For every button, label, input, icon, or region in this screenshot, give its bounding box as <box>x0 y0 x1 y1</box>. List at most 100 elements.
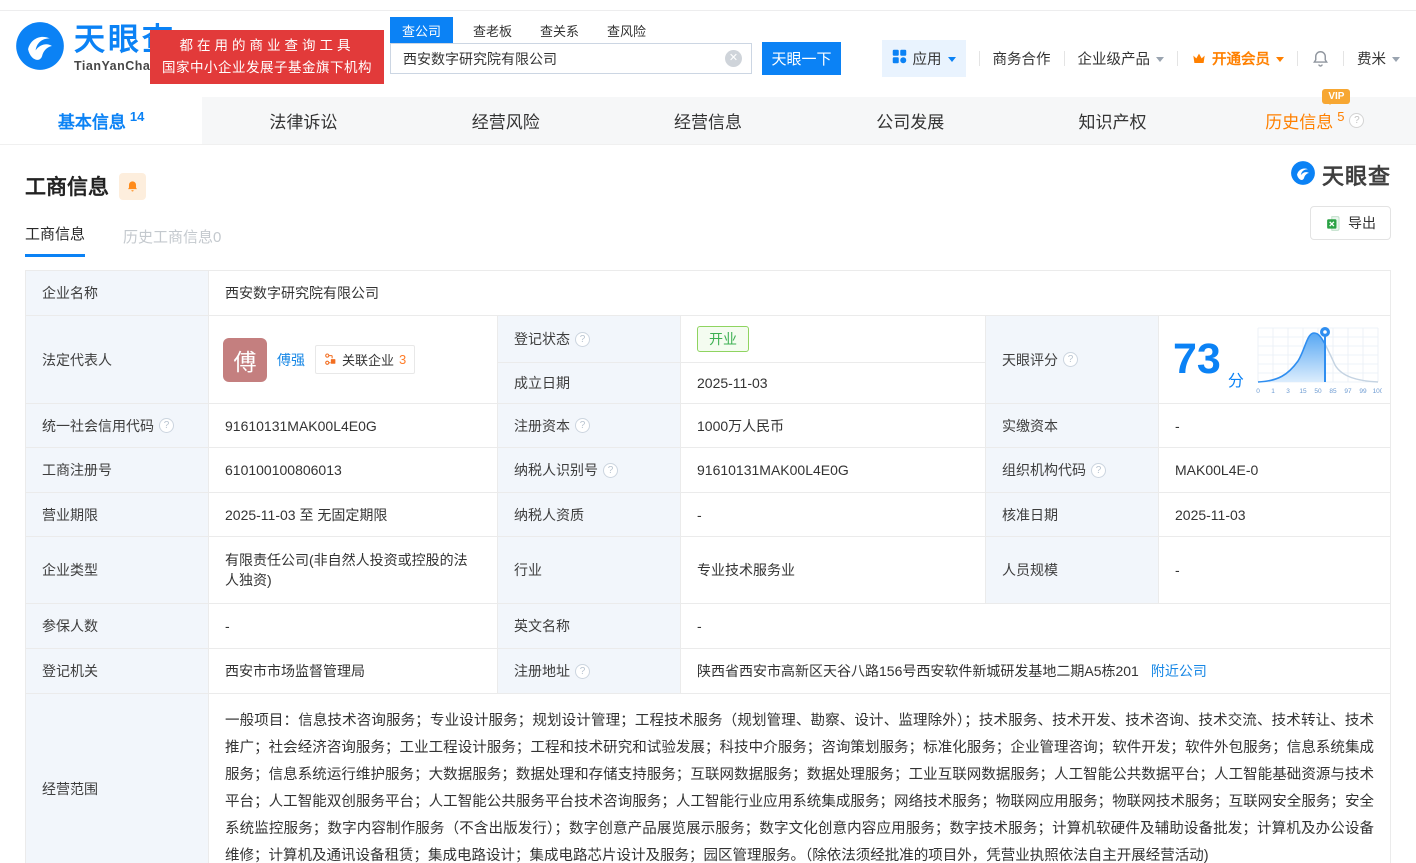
registry-label: 登记机关 <box>26 649 209 693</box>
registry-value: 西安市市场监督管理局 <box>209 649 498 693</box>
approved-date-label: 核准日期 <box>986 493 1159 536</box>
business-registration-section: 天眼查 工商信息 工商信息 历史工商信息0 导出 企业名称 西安数字研究院有限公… <box>0 145 1416 863</box>
search-tab-company[interactable]: 查公司 <box>390 16 454 44</box>
search-input[interactable] <box>390 43 752 74</box>
watermark: 天眼查 <box>1290 159 1391 191</box>
help-icon[interactable] <box>1091 462 1106 478</box>
export-label: 导出 <box>1348 215 1376 231</box>
status-badge[interactable]: 开业 <box>697 326 749 353</box>
registration-info-table: 企业名称 西安数字研究院有限公司 法定代表人 傅 傅强 关联企业 3 登记状态 … <box>25 270 1391 863</box>
table-row: 统一社会信用代码 91610131MAK00L4E0G 注册资本 1000万人民… <box>26 404 1390 448</box>
help-icon[interactable] <box>575 418 590 433</box>
establish-date-value: 2025-11-03 <box>697 375 768 392</box>
tianyancha-logo-icon <box>14 20 66 77</box>
credit-code-label: 统一社会信用代码 <box>26 404 209 447</box>
svg-text:0: 0 <box>1256 388 1260 395</box>
related-companies-count: 3 <box>399 352 407 367</box>
help-icon[interactable] <box>159 418 174 433</box>
chevron-down-icon <box>1276 56 1284 66</box>
table-row: 法定代表人 傅 傅强 关联企业 3 登记状态 ? 开业 成立日期 2025-11… <box>26 316 1390 404</box>
tab-business-risk[interactable]: 经营风险 <box>405 97 607 144</box>
tab-label: 基本信息 <box>57 113 126 132</box>
search-button[interactable]: 天眼一下 <box>762 42 841 75</box>
help-icon[interactable] <box>1063 352 1078 367</box>
taxpayer-id-label: 纳税人识别号 <box>498 448 681 492</box>
industry-value: 专业技术服务业 <box>681 537 986 603</box>
nearby-companies-link[interactable]: 附近公司 <box>1151 661 1207 681</box>
tab-intellectual-property[interactable]: 知识产权 <box>1011 97 1213 144</box>
tab-history-info[interactable]: VIP 历史信息 5 <box>1214 89 1416 144</box>
nav-enterprise[interactable]: 企业级产品 <box>1078 48 1164 69</box>
tab-business-info[interactable]: 经营信息 <box>607 97 809 144</box>
bell-icon <box>128 180 137 191</box>
vip-badge: VIP <box>1322 89 1351 105</box>
svg-text:97: 97 <box>1344 388 1352 395</box>
subtab-history-registration[interactable]: 历史工商信息0 <box>123 226 221 257</box>
search-tab-risk[interactable]: 查风险 <box>607 21 646 40</box>
tab-count: 14 <box>129 109 145 124</box>
score-unit: 分 <box>1227 373 1244 390</box>
insured-count-label: 参保人数 <box>26 604 209 648</box>
help-icon[interactable] <box>575 663 590 679</box>
tab-legal-proceedings[interactable]: 法律诉讼 <box>202 97 404 144</box>
reg-status-cell: 开业 <box>681 316 985 362</box>
search-tab-relation[interactable]: 查关系 <box>540 21 579 40</box>
nav-cooperation[interactable]: 商务合作 <box>993 48 1051 69</box>
related-companies-badge[interactable]: 关联企业 3 <box>315 345 416 374</box>
subtab-bar: 工商信息 历史工商信息0 <box>25 223 1391 257</box>
legal-rep-name-link[interactable]: 傅强 <box>277 350 305 370</box>
taxpayer-qualification-label: 纳税人资质 <box>498 493 681 536</box>
clear-icon[interactable] <box>725 50 742 67</box>
company-type-value: 有限责任公司(非自然人投资或控股的法人独资) <box>209 537 498 603</box>
nav-vip[interactable]: 开通会员 <box>1191 48 1284 69</box>
establish-date-label: 成立日期 <box>498 363 681 404</box>
reg-capital-label: 注册资本 <box>498 404 681 447</box>
business-term-label: 营业期限 <box>26 493 209 536</box>
section-title: 工商信息 <box>25 176 109 199</box>
tab-label: 经营信息 <box>673 113 742 132</box>
nav-vip-label: 开通会员 <box>1212 51 1270 68</box>
nav-user[interactable]: 费米 <box>1357 48 1400 69</box>
company-tab-bar: 基本信息 14 法律诉讼 经营风险 经营信息 公司发展 知识产权 VIP 历史信… <box>0 89 1416 145</box>
business-scope-value: 一般项目：信息技术咨询服务；专业设计服务；规划设计管理；工程技术服务（规划管理、… <box>225 713 1374 863</box>
nav-apps-label: 应用 <box>912 51 942 68</box>
notification-bell[interactable] <box>1311 49 1330 68</box>
help-icon[interactable] <box>603 462 618 478</box>
help-icon[interactable] <box>1349 113 1365 128</box>
taxpayer-id-value: 91610131MAK00L4E0G <box>681 448 986 492</box>
industry-label: 行业 <box>498 537 681 603</box>
header-nav: 应用 商务合作 企业级产品 开通会员 费米 <box>881 39 1400 77</box>
score-label: 天眼评分 <box>986 316 1159 403</box>
tab-count: 5 <box>1337 109 1345 124</box>
status-date-subgrid: 登记状态 开业 成立日期 2025-11-03 <box>498 316 986 404</box>
label-text: 注册地址 <box>514 663 570 679</box>
subtab-current-registration[interactable]: 工商信息 <box>25 223 86 257</box>
top-divider <box>0 10 1416 11</box>
legal-rep-avatar[interactable]: 傅 <box>223 337 267 382</box>
svg-text:99: 99 <box>1359 388 1367 395</box>
score-distribution-chart: 0 1 3 15 50 85 97 99 100 <box>1256 326 1382 395</box>
tab-label: 法律诉讼 <box>269 113 338 132</box>
search-tab-boss[interactable]: 查老板 <box>473 21 512 40</box>
org-code-value: MAK00L4E-0 <box>1175 462 1259 478</box>
label-text: 天眼评分 <box>1002 351 1058 368</box>
tab-basic-info[interactable]: 基本信息 14 <box>0 97 203 144</box>
english-name-label: 英文名称 <box>498 604 681 648</box>
monitor-bell-button[interactable] <box>119 172 146 200</box>
legal-rep-label: 法定代表人 <box>26 316 209 403</box>
address-cell: 陕西省西安市高新区天谷八路156号西安软件新城研发基地二期A5栋201 附近公司 <box>681 649 1390 693</box>
table-row: 参保人数 - 英文名称 - <box>26 604 1390 649</box>
reg-number-label: 工商注册号 <box>26 448 209 492</box>
label-text: 纳税人识别号 <box>514 462 598 478</box>
help-icon[interactable] <box>575 331 590 347</box>
address-value: 陕西省西安市高新区天谷八路156号西安软件新城研发基地二期A5栋201 <box>697 663 1139 679</box>
export-button[interactable]: 导出 <box>1310 206 1391 240</box>
watermark-text: 天眼查 <box>1321 164 1391 189</box>
svg-text:15: 15 <box>1299 388 1307 395</box>
chevron-down-icon <box>1392 56 1400 66</box>
nav-apps[interactable]: 应用 <box>881 39 966 77</box>
tab-label: 历史信息 <box>1265 113 1334 132</box>
insured-count-value: - <box>209 604 498 648</box>
table-row: 经营范围 一般项目：信息技术咨询服务；专业设计服务；规划设计管理；工程技术服务（… <box>26 694 1390 863</box>
tab-company-development[interactable]: 公司发展 <box>809 97 1011 144</box>
